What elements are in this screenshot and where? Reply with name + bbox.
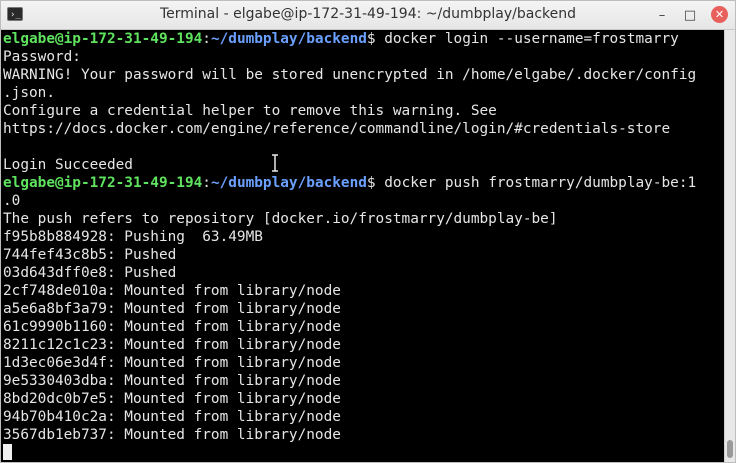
output-line: WARNING! Your password will be stored un… [3,67,697,83]
output-line: 744fef43c8b5: Pushed [3,247,177,263]
output-line: f95b8b884928: Pushing 63.49MB [3,229,263,245]
prompt-path: ~/dumbplay/backend [210,31,367,47]
output-line: 94b70b410c2a: Mounted from library/node [3,409,341,425]
prompt-line: elgabe@ip-172-31-49-194:~/dumbplay/backe… [3,30,696,48]
input-line [3,444,696,462]
command-text: docker login --username=frostmarry [375,31,679,47]
output-line: .0 [3,193,21,209]
terminal-window: ›_ Terminal - elgabe@ip-172-31-49-194: ~… [0,0,736,463]
window-title: Terminal - elgabe@ip-172-31-49-194: ~/du… [159,6,577,22]
prompt-path: ~/dumbplay/backend [210,175,367,191]
prompt-symbol: $ [366,175,376,191]
prompt-separator: : [202,31,211,47]
output-line: .json. [3,85,55,101]
output-line: https://docs.docker.com/engine/reference… [3,121,671,137]
terminal-lines: elgabe@ip-172-31-49-194:~/dumbplay/backe… [3,30,696,462]
output-line: Login Succeeded [3,157,133,173]
prompt-line: elgabe@ip-172-31-49-194:~/dumbplay/backe… [3,174,696,192]
output-line: 61c9990b1160: Mounted from library/node [3,319,341,335]
prompt-user-host: elgabe@ip-172-31-49-194 [3,175,203,191]
output-line: 2cf748de010a: Mounted from library/node [3,283,341,299]
text-cursor-icon [272,154,278,172]
terminal-cursor [3,444,12,460]
output-line: 3567db1eb737: Mounted from library/node [3,427,341,443]
prompt-symbol: $ [366,31,376,47]
terminal-output[interactable]: elgabe@ip-172-31-49-194:~/dumbplay/backe… [1,30,724,462]
output-line: 9e5330403dba: Mounted from library/node [3,373,341,389]
maximize-button[interactable]: □ [681,6,699,24]
prompt-separator: : [202,175,211,191]
output-line: Password: [3,49,81,65]
output-line: Configure a credential helper to remove … [3,103,497,119]
scrollbar-thumb[interactable] [727,440,733,458]
title-bar[interactable]: ›_ Terminal - elgabe@ip-172-31-49-194: ~… [1,1,735,30]
output-line: The push refers to repository [docker.io… [3,211,558,227]
output-line: 03d643dff0e8: Pushed [3,265,177,281]
prompt-user-host: elgabe@ip-172-31-49-194 [3,31,203,47]
output-line: 8211c12c1c23: Mounted from library/node [3,337,341,353]
output-line: 8bd20dc0b7e5: Mounted from library/node [3,391,341,407]
output-line: a5e6a8bf3a79: Mounted from library/node [3,301,341,317]
close-button[interactable]: ✕ [711,6,728,23]
vertical-scrollbar[interactable] [724,30,735,462]
minimize-button[interactable]: – [653,6,671,24]
output-line: 1d3ec06e3d4f: Mounted from library/node [3,355,341,371]
command-text: docker push frostmarry/dumbplay-be:1 [375,175,697,191]
